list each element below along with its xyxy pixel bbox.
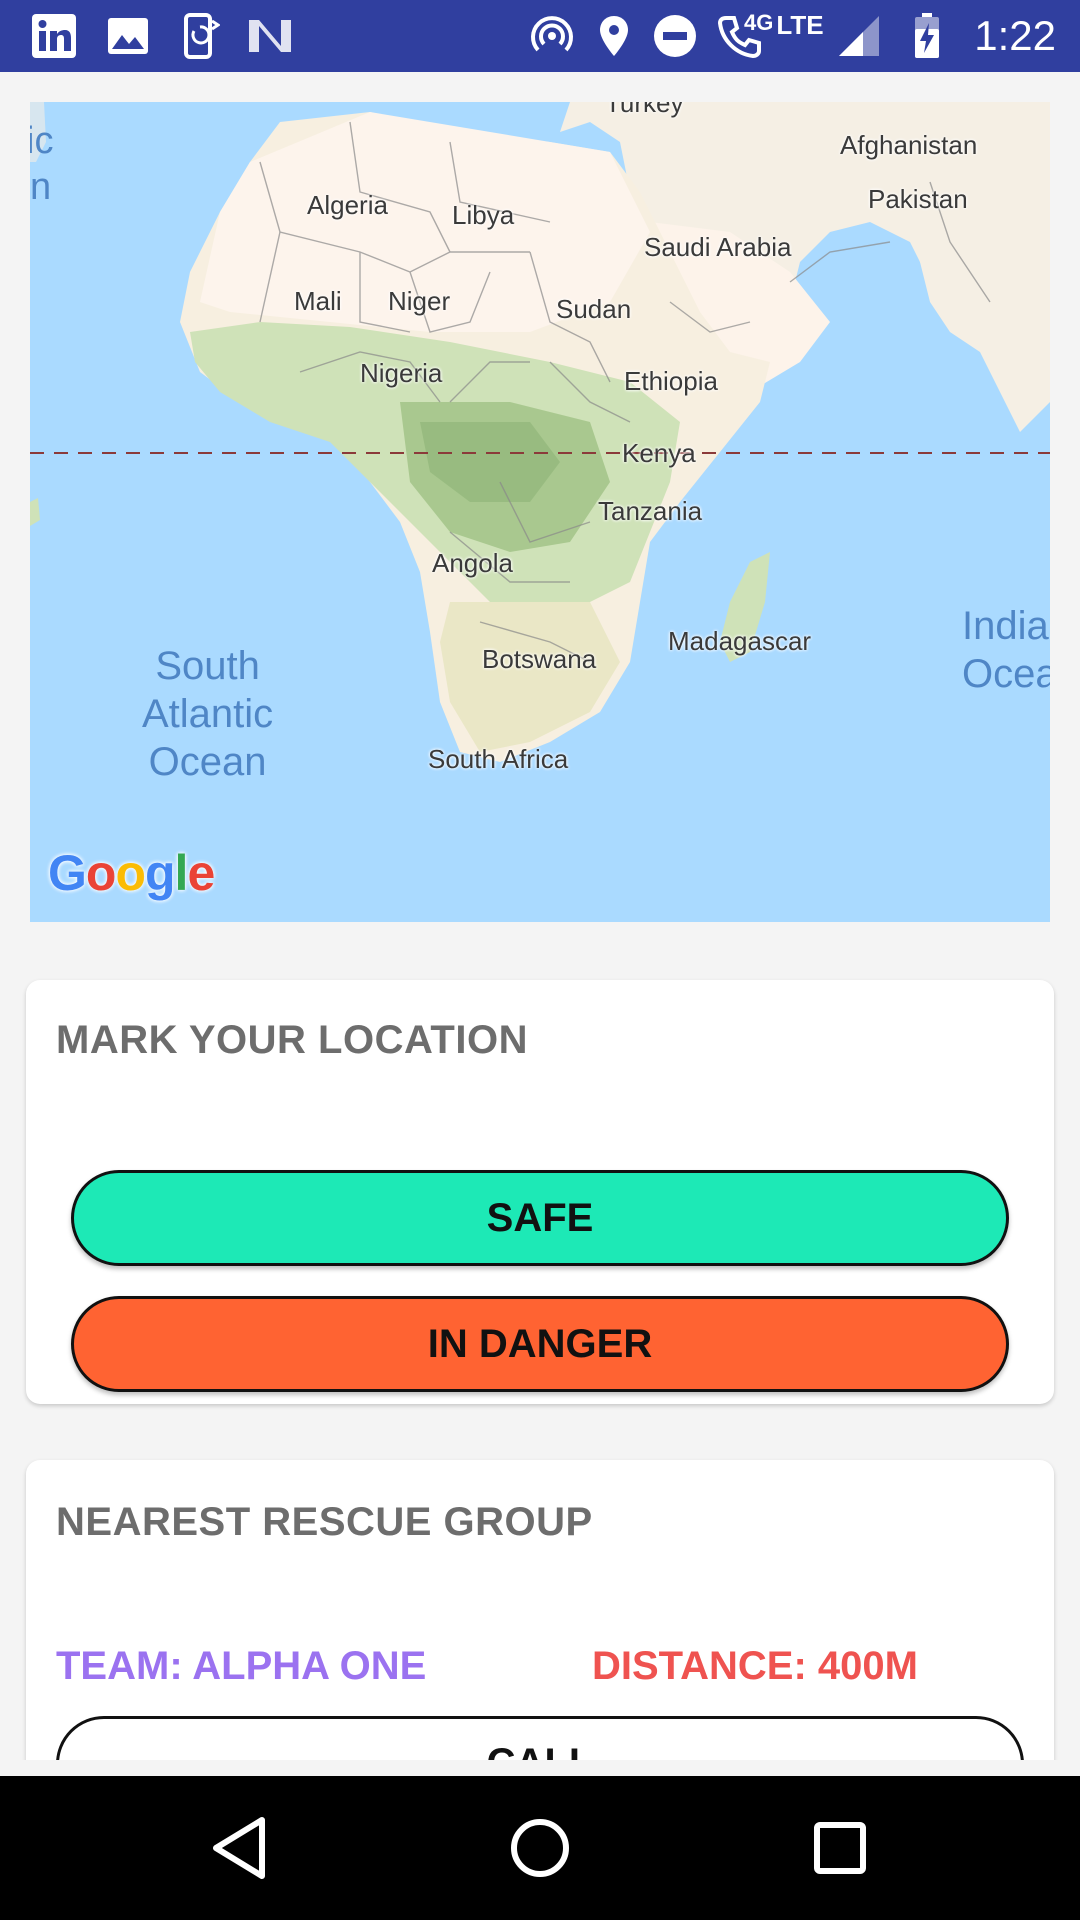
navigation-bar (0, 1776, 1080, 1920)
map-label-indian-ocean: India Ocea (962, 604, 1050, 696)
clock: 1:22 (974, 12, 1056, 59)
location-icon (596, 12, 632, 60)
map-canvas (30, 102, 1050, 922)
map-label-afghanistan: Afghanistan (840, 130, 978, 160)
map-label-south-africa: South Africa (428, 744, 569, 774)
map-label-madagascar: Madagascar (668, 626, 812, 656)
network-small-label: 4G (744, 10, 774, 35)
mark-location-title: MARK YOUR LOCATION (56, 1018, 528, 1062)
team-name: TEAM: ALPHA ONE (56, 1644, 427, 1688)
recents-icon[interactable] (804, 1812, 876, 1884)
phone-sync-icon (178, 12, 222, 60)
safe-button[interactable]: SAFE (71, 1170, 1009, 1266)
map-label-mali: Mali (294, 286, 342, 316)
hotspot-icon (528, 12, 576, 60)
linkedin-icon (28, 12, 80, 60)
scroll-content[interactable]: Turkey ic n Afghanistan Pakistan Algeria… (0, 72, 1080, 1760)
map-label-botswana: Botswana (482, 644, 597, 674)
rescue-group-card: NEAREST RESCUE GROUP TEAM: ALPHA ONE DIS… (26, 1460, 1054, 1760)
map-label-edge-1: ic (30, 120, 54, 162)
rescue-group-title: NEAREST RESCUE GROUP (56, 1500, 593, 1544)
map-label-angola: Angola (432, 548, 513, 578)
home-icon[interactable] (504, 1812, 576, 1884)
n-logo-icon (246, 12, 294, 60)
map-label-niger: Niger (388, 286, 451, 316)
map-label-libya: Libya (452, 200, 515, 230)
map-label-south-atlantic: South Atlantic Ocean (142, 644, 274, 784)
lte-label: LTE (776, 10, 824, 40)
gallery-icon (104, 12, 152, 60)
mark-location-card: MARK YOUR LOCATION SAFE IN DANGER (26, 980, 1054, 1404)
do-not-disturb-icon (652, 12, 698, 60)
wifi-calling-icon: 4G (708, 10, 774, 60)
map-label-turkey: Turkey (605, 102, 684, 118)
in-danger-button[interactable]: IN DANGER (71, 1296, 1009, 1392)
map-label-algeria: Algeria (307, 190, 388, 220)
distance-value: DISTANCE: 400M (592, 1644, 918, 1688)
map-label-nigeria: Nigeria (360, 358, 443, 388)
signal-icon (836, 12, 882, 60)
map-label-edge-2: n (30, 166, 52, 208)
back-icon[interactable] (204, 1812, 276, 1884)
status-bar: 4G LTE 1:22 (0, 0, 1080, 72)
google-logo[interactable]: Google (48, 844, 215, 902)
map-label-ethiopia: Ethiopia (624, 366, 718, 396)
call-button[interactable]: CALL (56, 1716, 1024, 1760)
map-view[interactable]: Turkey ic n Afghanistan Pakistan Algeria… (30, 102, 1050, 922)
map-label-tanzania: Tanzania (598, 496, 703, 526)
battery-charging-icon (910, 12, 944, 60)
map-label-pakistan: Pakistan (868, 184, 968, 214)
map-label-sudan: Sudan (556, 294, 632, 324)
map-label-kenya: Kenya (622, 438, 696, 468)
map-label-saudi-arabia: Saudi Arabia (644, 232, 792, 262)
